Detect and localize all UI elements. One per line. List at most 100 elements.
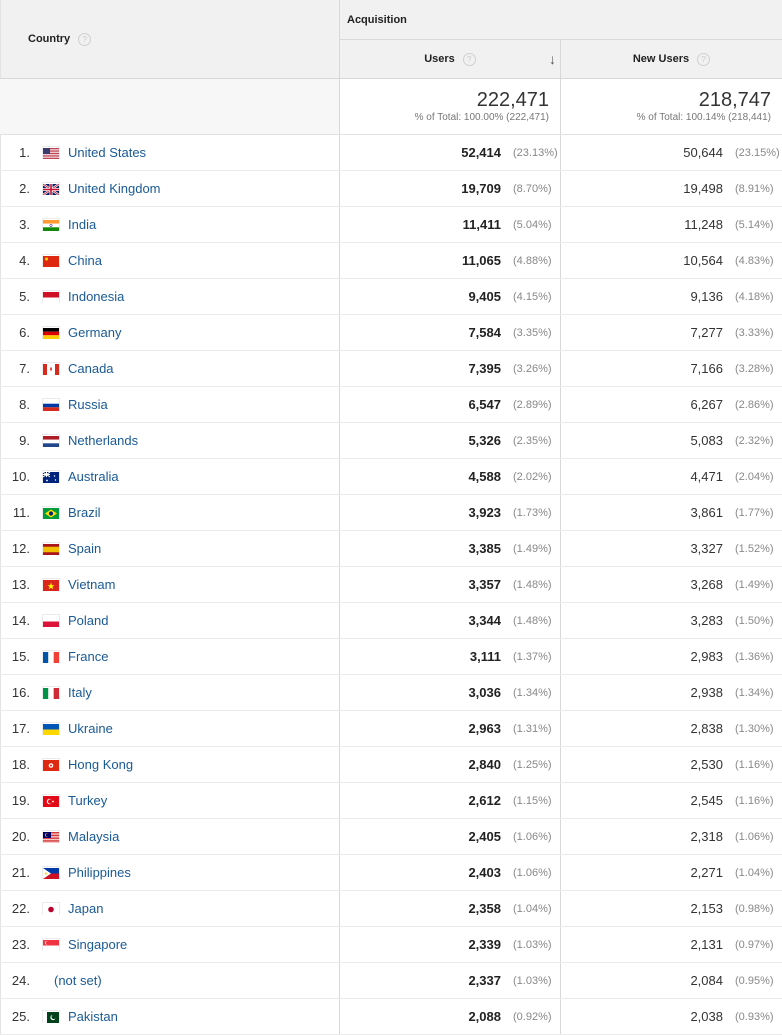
users-value: 3,923: [468, 505, 501, 520]
country-link[interactable]: Hong Kong: [68, 757, 133, 772]
users-cell: 3,385 (1.49%): [340, 531, 561, 566]
help-icon[interactable]: ?: [462, 52, 476, 66]
table-row: 21. Philippines 2,403 (1.06%) 2,271 (1.0…: [0, 855, 782, 891]
new-users-cell: 2,838 (1.30%): [561, 711, 782, 746]
new-users-cell: 7,277 (3.33%): [561, 315, 782, 350]
country-report-table: Country ? Acquisition Users ? ↓ New User…: [0, 0, 782, 1035]
country-link[interactable]: Japan: [68, 901, 103, 916]
country-cell: 20. Malaysia: [0, 819, 340, 854]
rank-number: 2.: [19, 181, 30, 196]
rank-number: 24.: [11, 973, 30, 988]
new-users-value: 11,248: [684, 217, 723, 232]
new-users-cell: 9,136 (4.18%): [561, 279, 782, 314]
new-users-percent: (4.83%): [735, 254, 774, 267]
rank-number: 21.: [11, 865, 30, 880]
flag-tr-icon: [43, 795, 59, 807]
country-cell: 13. Vietnam: [0, 567, 340, 602]
new-users-cell: 2,983 (1.36%): [561, 639, 782, 674]
users-value: 2,088: [468, 1009, 501, 1024]
country-link[interactable]: Germany: [68, 325, 121, 340]
flag-pk-icon: [43, 1011, 59, 1023]
country-link[interactable]: Singapore: [68, 937, 127, 952]
table-row: 1. United States 52,414 (23.13%) 50,644 …: [0, 135, 782, 171]
flag-sg-icon: [43, 939, 59, 951]
country-cell: 23. Singapore: [0, 927, 340, 962]
new-users-cell: 3,327 (1.52%): [561, 531, 782, 566]
country-link[interactable]: Russia: [68, 397, 108, 412]
country-link[interactable]: India: [68, 217, 96, 232]
users-percent: (1.15%): [513, 794, 552, 807]
users-column-header[interactable]: Users ? ↓: [340, 40, 561, 78]
new-users-value: 7,277: [690, 325, 723, 340]
flag-id-icon: [43, 291, 59, 303]
country-cell: 8. Russia: [0, 387, 340, 422]
country-link[interactable]: Australia: [68, 469, 119, 484]
users-percent: (4.15%): [513, 290, 552, 303]
country-cell: 1. United States: [0, 135, 340, 170]
new-users-percent: (1.50%): [735, 614, 774, 627]
country-cell: 22. Japan: [0, 891, 340, 926]
sort-descending-icon[interactable]: ↓: [549, 51, 556, 67]
country-link[interactable]: China: [68, 253, 102, 268]
users-percent: (2.35%): [513, 434, 552, 447]
users-percent: (2.02%): [513, 470, 552, 483]
country-cell: 14. Poland: [0, 603, 340, 638]
country-link[interactable]: Ukraine: [68, 721, 113, 736]
users-percent: (3.35%): [513, 326, 552, 339]
users-percent: (1.37%): [513, 650, 552, 663]
country-link[interactable]: Indonesia: [68, 289, 124, 304]
country-link[interactable]: Spain: [68, 541, 101, 556]
flag-ph-icon: [43, 867, 59, 879]
country-cell: 18. Hong Kong: [0, 747, 340, 782]
help-icon[interactable]: ?: [78, 32, 92, 46]
rank-number: 10.: [11, 469, 30, 484]
users-percent: (1.48%): [513, 614, 552, 627]
new-users-total-subtext: % of Total: 100.14% (218,441): [636, 112, 771, 123]
country-cell: 11. Brazil: [0, 495, 340, 530]
table-row: 15. France 3,111 (1.37%) 2,983 (1.36%): [0, 639, 782, 675]
rank-number: 4.: [19, 253, 30, 268]
new-users-percent: (1.16%): [735, 758, 774, 771]
country-cell: 9. Netherlands: [0, 423, 340, 458]
new-users-column-header[interactable]: New Users ?: [561, 40, 782, 78]
new-users-value: 3,283: [690, 613, 723, 628]
new-users-cell: 2,938 (1.34%): [561, 675, 782, 710]
country-link[interactable]: Malaysia: [68, 829, 119, 844]
new-users-value: 2,545: [690, 793, 723, 808]
country-cell: 4. China: [0, 243, 340, 278]
new-users-value: 2,038: [690, 1009, 723, 1024]
country-link[interactable]: Brazil: [68, 505, 101, 520]
country-link[interactable]: (not set): [54, 973, 102, 988]
users-percent: (1.06%): [513, 866, 552, 879]
new-users-value: 4,471: [690, 469, 723, 484]
country-link[interactable]: Turkey: [68, 793, 107, 808]
country-link[interactable]: Poland: [68, 613, 108, 628]
table-row: 13. Vietnam 3,357 (1.48%) 3,268 (1.49%): [0, 567, 782, 603]
country-link[interactable]: Canada: [68, 361, 114, 376]
users-cell: 2,612 (1.15%): [340, 783, 561, 818]
rank-number: 19.: [11, 793, 30, 808]
help-icon[interactable]: ?: [697, 52, 711, 66]
new-users-percent: (1.36%): [735, 650, 774, 663]
country-link[interactable]: Netherlands: [68, 433, 138, 448]
country-link[interactable]: Philippines: [68, 865, 131, 880]
users-value: 2,612: [468, 793, 501, 808]
country-link[interactable]: United Kingdom: [68, 181, 161, 196]
new-users-total: 218,747 % of Total: 100.14% (218,441): [561, 79, 782, 134]
country-link[interactable]: United States: [68, 145, 146, 160]
new-users-value: 2,131: [690, 937, 723, 952]
country-column-header[interactable]: Country ?: [0, 0, 340, 78]
users-value: 6,547: [468, 397, 501, 412]
new-users-percent: (4.18%): [735, 290, 774, 303]
new-users-value: 7,166: [690, 361, 723, 376]
country-link[interactable]: Vietnam: [68, 577, 115, 592]
country-cell: 25. Pakistan: [0, 999, 340, 1034]
users-percent: (1.31%): [513, 722, 552, 735]
users-header-label: Users: [424, 53, 455, 65]
new-users-cell: 10,564 (4.83%): [561, 243, 782, 278]
flag-nl-icon: [43, 435, 59, 447]
new-users-value: 2,084: [690, 973, 723, 988]
country-link[interactable]: Italy: [68, 685, 92, 700]
country-link[interactable]: Pakistan: [68, 1009, 118, 1024]
country-link[interactable]: France: [68, 649, 108, 664]
